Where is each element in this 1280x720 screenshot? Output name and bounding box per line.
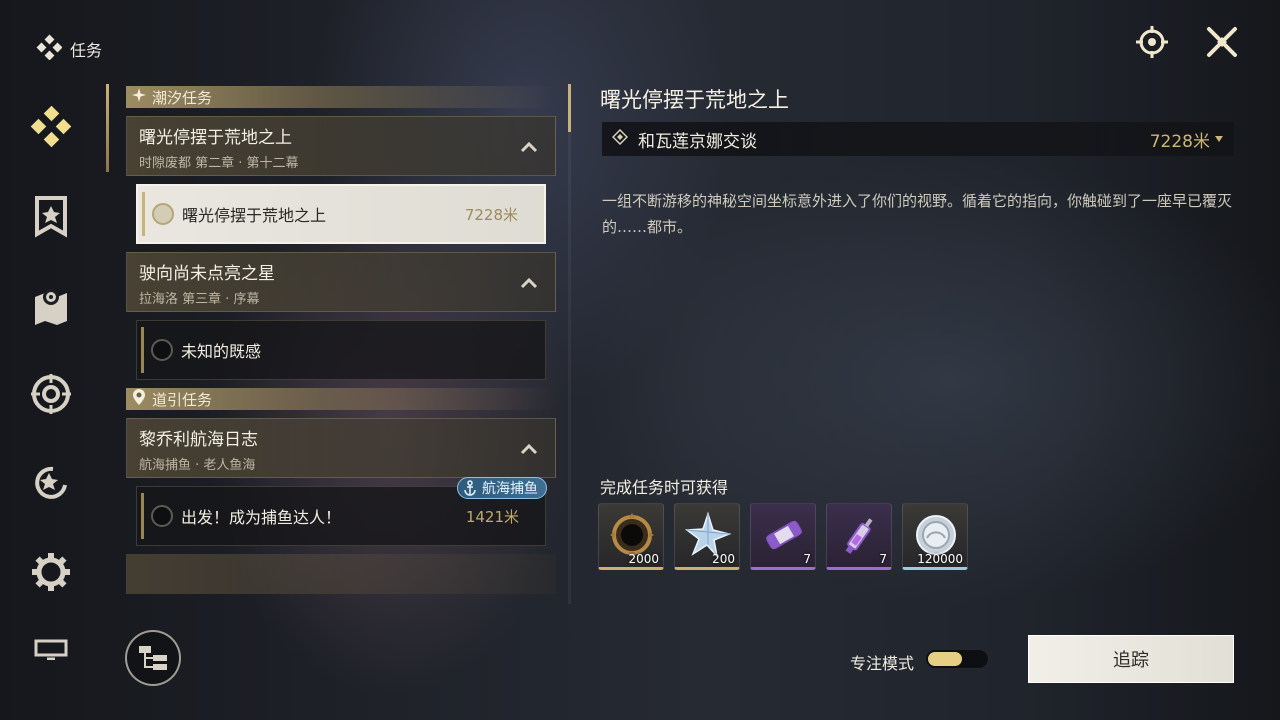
- top-toolbar: [1134, 24, 1240, 60]
- quest-tree-button[interactable]: [125, 630, 181, 686]
- fishing-tag-badge: 航海捕鱼: [457, 477, 547, 499]
- sidebar-active-indicator: [106, 84, 109, 172]
- quest-item-name: 曙光停摆于荒地之上: [182, 206, 327, 225]
- section-header-tide-quests: 潮汐任务: [126, 86, 556, 108]
- sidebar-item-quests[interactable]: [24, 100, 78, 154]
- objective-distance: 7228米: [1150, 127, 1224, 152]
- quest-item[interactable]: 出发！成为捕鱼达人！ 1421米 航海捕鱼: [136, 477, 547, 546]
- hierarchy-tree-icon: [139, 646, 167, 670]
- quest-item-distance: 1421米: [465, 507, 519, 526]
- reward-item[interactable]: 2000: [598, 503, 664, 570]
- chevron-up-icon[interactable]: [519, 137, 539, 157]
- reward-qty: 120000: [917, 552, 963, 566]
- quest-status-radio: [152, 203, 174, 225]
- sidebar: [24, 100, 78, 699]
- sidebar-item-map[interactable]: [24, 278, 78, 332]
- quest-list-scrollbar-thumb[interactable]: [568, 84, 571, 132]
- reward-qty: 200: [712, 552, 735, 566]
- close-x-icon[interactable]: [1204, 24, 1240, 60]
- quest-group-name: 驶向尚未点亮之星: [139, 264, 275, 284]
- chevron-up-icon[interactable]: [519, 439, 539, 459]
- sidebar-item-settings[interactable]: [24, 545, 78, 599]
- page-title: 任务: [70, 41, 103, 60]
- quest-group-card[interactable]: 驶向尚未点亮之星 拉海洛 第三章 · 序幕: [126, 252, 556, 312]
- quest-group-card[interactable]: 曙光停摆于荒地之上 时隙废都 第二章 · 第十二幕: [126, 116, 556, 176]
- sidebar-item-screen[interactable]: [24, 634, 78, 664]
- focus-mode-toggle[interactable]: [925, 649, 989, 669]
- quest-item[interactable]: 未知的既感: [136, 320, 546, 380]
- section-title: 潮汐任务: [152, 88, 213, 107]
- toggle-knob: [928, 652, 962, 666]
- objective-distance-value: 7228米: [1149, 131, 1210, 152]
- banner-shield-icon: [35, 196, 67, 238]
- quest-group-card[interactable]: 黎乔利航海日志 航海捕鱼 · 老人鱼海: [126, 418, 556, 478]
- quest-group-name: 曙光停摆于荒地之上: [139, 128, 292, 148]
- location-pin-icon: [132, 389, 146, 409]
- section-header-guide-quests: 道引任务: [126, 388, 556, 410]
- target-crosshair-icon[interactable]: [1134, 24, 1170, 60]
- quest-group-subtitle: 航海捕鱼 · 老人鱼海: [139, 458, 256, 473]
- reward-qty: 7: [879, 552, 887, 566]
- track-button[interactable]: 追踪: [1028, 635, 1234, 683]
- quest-item-name: 出发！成为捕鱼达人！: [181, 508, 342, 527]
- reward-qty: 7: [803, 552, 811, 566]
- quest-status-radio: [151, 505, 173, 527]
- section-title: 道引任务: [152, 390, 213, 409]
- star-refresh-icon: [35, 466, 67, 499]
- sidebar-item-banner[interactable]: [24, 189, 78, 243]
- chevron-up-icon[interactable]: [519, 273, 539, 293]
- rewards-title: 完成任务时可获得: [600, 478, 729, 497]
- objective-text: 和瓦莲京娜交谈: [638, 131, 757, 152]
- quest-diamond-icon: [36, 34, 63, 64]
- reward-qty: 2000: [628, 552, 659, 566]
- quest-list: 潮汐任务 曙光停摆于荒地之上 时隙废都 第二章 · 第十二幕 曙光停摆于荒地之上…: [126, 86, 556, 606]
- monitor-icon: [34, 639, 68, 660]
- objective-row[interactable]: 和瓦莲京娜交谈 7228米: [602, 122, 1234, 156]
- diamond-bullet-icon: [611, 128, 629, 149]
- rewards-list: 2000 200 7 7 120000: [598, 503, 968, 570]
- purple-syringe-icon: [845, 518, 873, 554]
- purple-capsule-icon: [765, 520, 803, 550]
- map-pin-icon: [35, 289, 67, 325]
- reward-item[interactable]: 7: [826, 503, 892, 570]
- focus-mode-label: 专注模式: [850, 654, 915, 673]
- quest-group: 黎乔利航海日志 航海捕鱼 · 老人鱼海 出发！成为捕鱼达人！ 1421米 航海捕…: [126, 418, 556, 546]
- anchor-icon: [462, 480, 478, 496]
- quest-group-name: 黎乔利航海日志: [139, 430, 258, 450]
- quest-description: 一组不断游移的神秘空间坐标意外进入了你们的视野。循着它的指向，你触碰到了一座早已…: [602, 192, 1233, 236]
- reward-item[interactable]: 120000: [902, 503, 968, 570]
- sparkle-icon: [132, 88, 146, 106]
- quest-group-subtitle: 时隙废都 第二章 · 第十二幕: [139, 156, 299, 171]
- detail-title: 曙光停摆于荒地之上: [600, 88, 789, 112]
- tag-label: 航海捕鱼: [482, 481, 538, 497]
- quest-item[interactable]: 曙光停摆于荒地之上 7228米: [136, 184, 546, 244]
- crosshair-circle-icon: [31, 374, 71, 414]
- list-item-partial: [126, 554, 556, 594]
- four-diamond-icon: [30, 105, 72, 148]
- quest-group-subtitle: 拉海洛 第三章 · 序幕: [139, 292, 260, 307]
- reward-item[interactable]: 7: [750, 503, 816, 570]
- reward-item[interactable]: 200: [674, 503, 740, 570]
- gear-icon: [32, 553, 70, 591]
- quest-status-radio: [151, 339, 173, 361]
- sidebar-item-target[interactable]: [24, 367, 78, 421]
- quest-list-scrollbar-track[interactable]: [568, 84, 571, 604]
- quest-item-distance: 7228米: [464, 205, 518, 224]
- quest-group: 曙光停摆于荒地之上 时隙废都 第二章 · 第十二幕 曙光停摆于荒地之上 7228…: [126, 116, 556, 244]
- quest-group: 驶向尚未点亮之星 拉海洛 第三章 · 序幕 未知的既感: [126, 252, 556, 380]
- sidebar-item-refresh[interactable]: [24, 456, 78, 510]
- page-header: 任务: [36, 34, 102, 64]
- caret-down-icon: [1215, 136, 1223, 142]
- quest-item-name: 未知的既感: [181, 342, 262, 361]
